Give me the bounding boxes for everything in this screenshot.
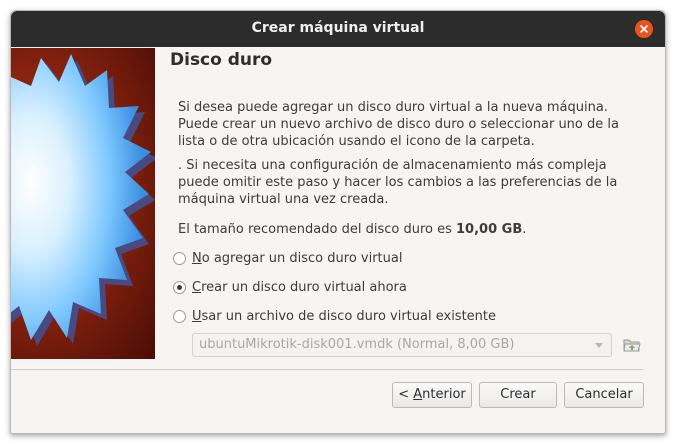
recommended-size-suffix: . bbox=[522, 222, 527, 237]
page-title: Disco duro bbox=[170, 50, 273, 70]
radio-existing-disk[interactable]: Usar un archivo de disco duro virtual ex… bbox=[173, 306, 496, 326]
existing-disk-select[interactable]: ubuntuMikrotik-disk001.vmdk (Normal, 8,0… bbox=[192, 333, 612, 357]
close-icon bbox=[640, 25, 648, 33]
wizard-side-image bbox=[11, 48, 155, 359]
intro-text: Si desea puede agregar un disco duro vir… bbox=[178, 100, 619, 149]
starburst-disk-illustration bbox=[11, 54, 155, 346]
existing-disk-value: ubuntuMikrotik-disk001.vmdk (Normal, 8,0… bbox=[199, 337, 515, 352]
window-title: Crear máquina virtual bbox=[251, 20, 425, 36]
radio-indicator[interactable] bbox=[173, 309, 186, 323]
chevron-down-icon bbox=[595, 343, 603, 348]
radio-no-disk-label: No agregar un disco duro virtual bbox=[192, 250, 403, 266]
radio-no-disk[interactable]: No agregar un disco duro virtual bbox=[173, 248, 402, 268]
radio-existing-disk-label: Usar un archivo de disco duro virtual ex… bbox=[192, 308, 497, 324]
radio-selected-dot bbox=[177, 284, 182, 290]
radio-create-disk[interactable]: Crear un disco duro virtual ahora bbox=[173, 277, 407, 297]
create-button[interactable]: Crear bbox=[479, 382, 557, 408]
folder-icon bbox=[623, 339, 641, 352]
cancel-button[interactable]: Cancelar bbox=[564, 382, 644, 408]
radio-indicator-selected[interactable] bbox=[173, 280, 186, 294]
radio-create-disk-label: Crear un disco duro virtual ahora bbox=[192, 279, 407, 295]
recommended-size-label: El tamaño recomendado del disco duro es bbox=[178, 222, 456, 237]
recommended-size-text: El tamaño recomendado del disco duro es … bbox=[178, 221, 648, 238]
title-bar[interactable]: Crear máquina virtual bbox=[11, 11, 665, 47]
radio-indicator[interactable] bbox=[173, 251, 186, 265]
advanced-storage-note: . Si necesita una configuración de almac… bbox=[178, 158, 618, 207]
back-button[interactable]: < Anterior bbox=[392, 382, 472, 408]
choose-disk-file-button[interactable] bbox=[620, 333, 644, 357]
recommended-size-value: 10,00 GB bbox=[456, 222, 523, 237]
footer-divider bbox=[11, 369, 643, 370]
close-button[interactable] bbox=[635, 20, 653, 38]
